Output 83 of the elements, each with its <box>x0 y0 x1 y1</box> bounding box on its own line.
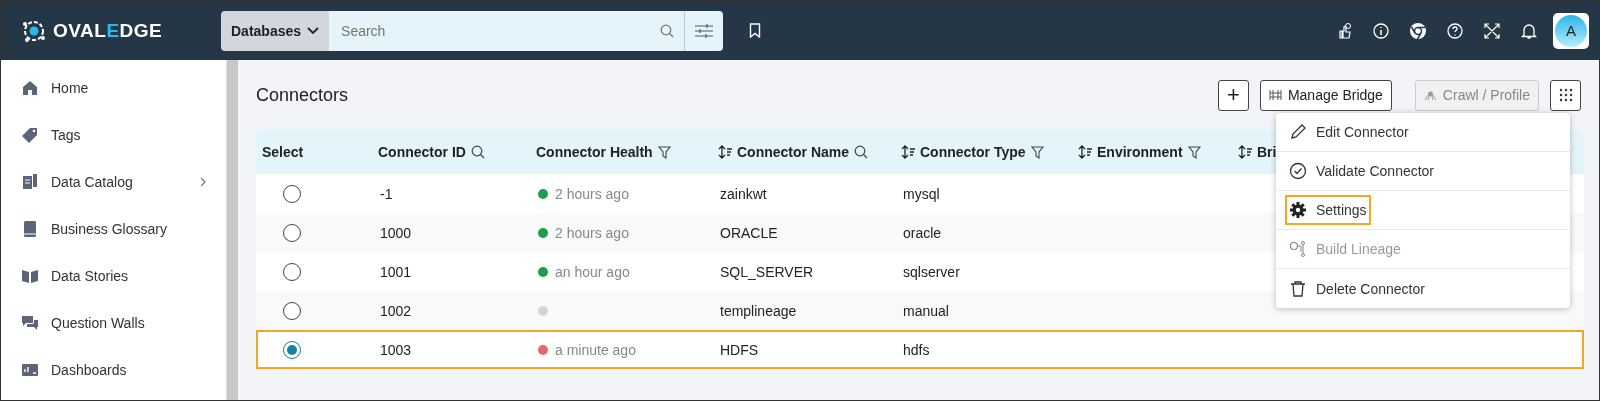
documents-icon <box>21 172 39 191</box>
book-icon <box>21 219 39 238</box>
branch-icon <box>1289 240 1307 258</box>
table-cell-text: SQL_SERVER <box>720 263 815 280</box>
table-cell-text: ORACLE <box>720 224 779 241</box>
column-header: Connector Health <box>536 144 653 160</box>
search-icon <box>660 23 674 38</box>
radio-button[interactable] <box>283 301 301 320</box>
table-cell: 2 hours ago <box>555 224 629 241</box>
sidebar-item[interactable]: Home <box>51 79 206 96</box>
gear-icon <box>1289 201 1307 219</box>
logo-text: OVALEDGE <box>53 19 163 42</box>
table-cell-text: 1001 <box>380 263 413 280</box>
dots-grid-icon <box>1558 88 1573 102</box>
manage-bridge-button[interactable]: Manage Bridge <box>1259 79 1392 111</box>
sidebar-item[interactable]: Data Catalog <box>51 173 188 190</box>
table-cell-text: oracle <box>903 224 943 241</box>
sidebar-item[interactable]: Data Stories <box>51 267 206 284</box>
filter-icon[interactable] <box>657 145 671 159</box>
sidebar-item[interactable]: Question Walls <box>51 314 206 331</box>
table-cell-text: HDFS <box>720 341 760 358</box>
search-field[interactable]: Search <box>339 21 660 40</box>
table-cell-text: manual <box>903 302 950 319</box>
page-title: Connectors <box>256 84 350 106</box>
column-header: Connector Type <box>920 144 1026 160</box>
table-cell-text: templineage <box>720 302 798 319</box>
tag-icon <box>21 125 39 144</box>
table-cell-text: -1 <box>380 185 394 202</box>
bookmark-icon[interactable] <box>749 23 761 38</box>
help-icon[interactable] <box>1445 21 1464 40</box>
filter-icon[interactable] <box>1187 145 1201 159</box>
table-cell: 2 hours ago <box>555 185 629 202</box>
radio-button[interactable] <box>283 223 301 242</box>
column-header: Connector ID <box>378 144 466 160</box>
table-cell-text: 1000 <box>380 224 413 241</box>
sidebar-item[interactable]: Dashboards <box>51 361 206 378</box>
search-icon[interactable] <box>854 145 869 159</box>
radio-button[interactable] <box>283 184 301 203</box>
filter-icon[interactable] <box>1030 145 1044 159</box>
search-icon[interactable] <box>470 145 485 159</box>
menu-item[interactable]: Validate Connector <box>1285 156 1439 186</box>
chrome-icon[interactable] <box>1408 21 1427 40</box>
bell-icon[interactable] <box>1519 21 1538 40</box>
sidebar-item[interactable]: Business Glossary <box>51 220 206 237</box>
chat-bubbles-icon <box>21 313 39 332</box>
menu-item[interactable]: Delete Connector <box>1285 273 1429 304</box>
more-options-button[interactable] <box>1550 79 1581 111</box>
table-cell-text: sqlserver <box>903 263 961 280</box>
column-header: Bri <box>1257 144 1277 160</box>
sort-icon[interactable] <box>718 145 732 159</box>
chevron-down-icon <box>307 26 320 35</box>
table-cell: a minute ago <box>555 341 636 358</box>
table-cell-text: 1003 <box>380 341 413 358</box>
search-bar[interactable]: Search <box>329 10 685 51</box>
menu-item[interactable]: Edit Connector <box>1285 117 1413 147</box>
filter-sliders-icon[interactable] <box>694 22 714 39</box>
home-icon <box>21 78 39 97</box>
sort-icon[interactable] <box>1238 145 1252 159</box>
bridge-icon <box>1268 89 1282 101</box>
table-cell-text: mysql <box>903 185 941 202</box>
table-cell-text: zainkwt <box>720 185 768 202</box>
user-avatar[interactable]: A <box>1555 14 1587 47</box>
menu-item[interactable]: Settings <box>1285 195 1371 225</box>
check-circle-icon <box>1289 162 1307 180</box>
chevron-right-icon <box>200 176 206 187</box>
sort-icon[interactable] <box>901 145 915 159</box>
trash-icon <box>1289 279 1307 298</box>
scope-dropdown[interactable]: Databases <box>221 10 330 51</box>
pencil-icon <box>1289 123 1307 141</box>
spider-icon <box>1423 89 1437 101</box>
sidebar-item[interactable]: Tags <box>51 126 206 143</box>
fullscreen-icon[interactable] <box>1482 21 1501 40</box>
table-cell-text: 1002 <box>380 302 413 319</box>
radio-button[interactable] <box>283 262 301 281</box>
sort-icon[interactable] <box>1078 145 1092 159</box>
radio-button[interactable] <box>283 340 301 359</box>
table-cell-text: hdfs <box>903 341 931 358</box>
table-cell: an hour ago <box>555 263 630 280</box>
column-header: Select <box>262 144 304 160</box>
column-header: Connector Name <box>737 144 850 160</box>
column-header: Environment <box>1097 144 1183 160</box>
info-icon[interactable] <box>1371 21 1390 40</box>
add-button[interactable]: + <box>1217 79 1249 111</box>
